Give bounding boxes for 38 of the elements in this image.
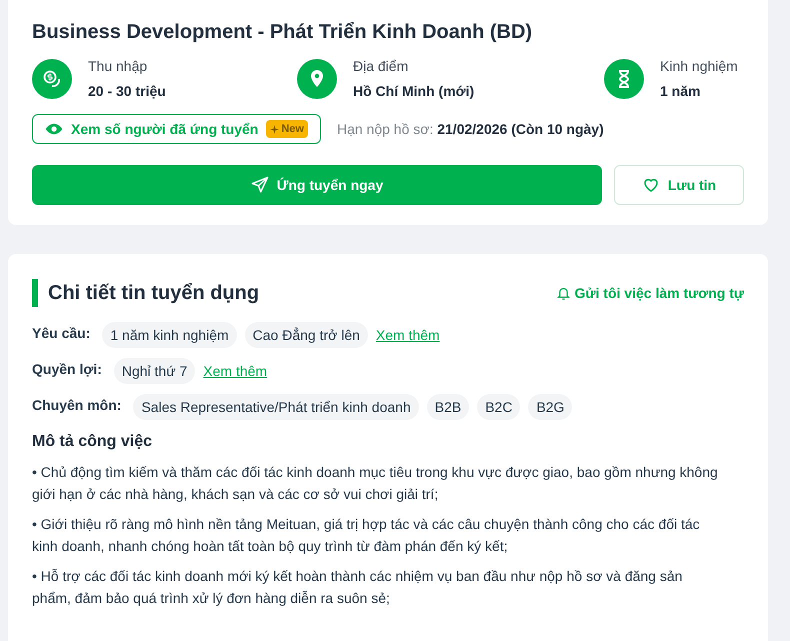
info-value: 1 năm <box>660 82 702 101</box>
apply-button[interactable]: Ứng tuyển ngay <box>32 165 602 205</box>
info-value: 20 - 30 triệu <box>88 82 166 101</box>
tag: B2C <box>477 394 520 420</box>
tag: Sales Representative/Phát triển kinh doanh <box>133 394 419 420</box>
see-more-link[interactable]: Xem thêm <box>376 324 440 346</box>
description-paragraph: • Giới thiệu rõ ràng mô hình nền tảng Meituan, giá trị hợp tác và các câu chuyện thành công cho các đối tác kinh doanh, nhanh chóng hoàn tất toàn bộ quy trình từ đàm phán đến ký kết; <box>32 515 701 556</box>
info-label: Thu nhập <box>88 57 148 76</box>
row-label: Yêu cầu: <box>32 324 90 342</box>
heart-icon <box>642 176 660 194</box>
subsection-heading: Mô tả công việc <box>32 432 154 452</box>
notify-link[interactable]: Gửi tôi việc làm tương tự <box>556 282 744 304</box>
send-icon <box>250 176 269 194</box>
info-label: Kinh nghiệm <box>660 57 738 76</box>
job-title: Business Development - Phát Triển Kinh Doanh (BD) <box>32 20 534 45</box>
row-label: Chuyên môn: <box>32 396 122 415</box>
sparkle-icon <box>270 124 280 134</box>
tag: B2B <box>426 394 470 420</box>
hourglass-icon <box>604 59 644 99</box>
deadline-text: Hạn nộp hồ sơ: 21/02/2026 (Còn 10 ngày) <box>336 120 604 139</box>
view-applicants-button[interactable]: Xem số người đã ứng tuyển New <box>32 114 321 144</box>
tag: B2G <box>528 394 572 420</box>
tag: Cao Đẳng trở lên <box>244 322 368 348</box>
info-label: Địa điểm <box>353 57 410 76</box>
row-label: Quyền lợi: <box>32 360 102 379</box>
bell-icon <box>556 286 570 300</box>
see-more-link[interactable]: Xem thêm <box>203 360 268 382</box>
save-button[interactable]: Lưu tin <box>614 165 744 205</box>
section-heading: Chi tiết tin tuyển dụng <box>48 281 260 306</box>
money-icon <box>32 59 72 99</box>
description-paragraph: • Hỗ trợ các đối tác kinh doanh mới ký kết hoàn thành các nhiệm vụ ban đầu như nộp hồ sơ và đăng sản phẩm, đảm bảo quá trình xử lý đơn hàng diễn ra suôn sẻ; <box>32 567 684 608</box>
info-value: Hồ Chí Minh (mới) <box>353 82 474 101</box>
tag: Nghỉ thứ 7 <box>114 358 196 384</box>
accent-bar <box>32 279 38 307</box>
new-label: New <box>281 122 304 137</box>
location-pin-icon <box>297 59 337 99</box>
description-paragraph: • Chủ động tìm kiếm và thăm các đối tác kinh doanh mục tiêu trong khu vực được giao, bao gồm nhưng không giới hạn ở các nhà hàng, khách sạn và các cơ sở vui chơi giải trí; <box>32 463 719 504</box>
tag: 1 năm kinh nghiệm <box>102 322 237 348</box>
